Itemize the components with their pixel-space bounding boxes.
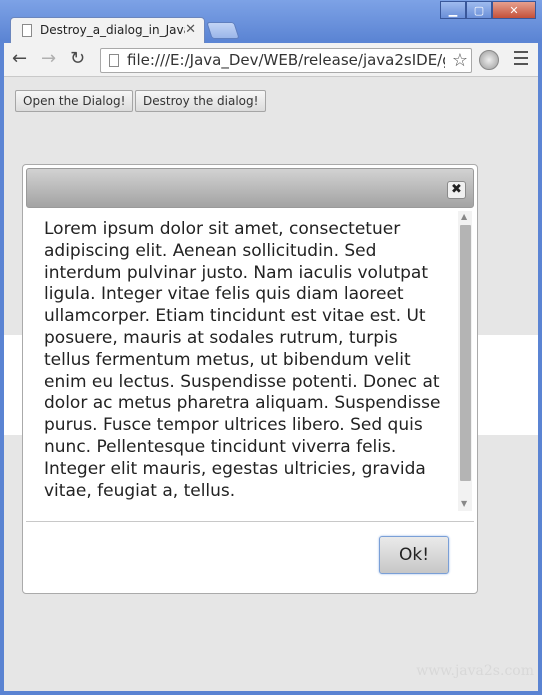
tab-title: Destroy_a_dialog_in_JavaS [40, 23, 185, 37]
watermark: www.java2s.com [416, 663, 534, 679]
minimize-button[interactable]: ▁ [440, 1, 466, 19]
file-icon [109, 54, 119, 67]
tab-close-icon[interactable]: ✕ [185, 22, 196, 37]
destroy-dialog-button[interactable]: Destroy the dialog! [135, 90, 267, 112]
page-content: Open the Dialog! Destroy the dialog! www… [4, 77, 538, 691]
new-tab-button[interactable] [206, 22, 240, 39]
dialog-scrollbar[interactable]: ▲ ▼ [458, 211, 472, 511]
url-text[interactable]: file:///E:/Java_Dev/WEB/release/java2sID… [127, 51, 445, 69]
scroll-thumb[interactable] [460, 225, 471, 481]
ok-button[interactable]: Ok! [379, 536, 449, 574]
browser-window: ▁ ▢ ✕ Destroy_a_dialog_in_JavaS ✕ ← → ↻ … [0, 0, 542, 695]
bookmark-star-icon[interactable]: ☆ [452, 50, 468, 71]
dialog: ✖ Lorem ipsum dolor sit amet, consectetu… [22, 164, 478, 594]
dialog-divider [26, 521, 474, 522]
dialog-text: Lorem ipsum dolor sit amet, consectetuer… [44, 219, 441, 501]
dialog-titlebar[interactable]: ✖ [26, 168, 474, 208]
scroll-up-icon[interactable]: ▲ [461, 212, 467, 221]
menu-icon[interactable] [514, 51, 528, 69]
maximize-button[interactable]: ▢ [466, 1, 492, 19]
forward-icon[interactable]: → [41, 49, 56, 69]
reload-icon[interactable]: ↻ [70, 49, 85, 69]
page-icon [22, 24, 32, 37]
scroll-down-icon[interactable]: ▼ [461, 499, 467, 508]
browser-toolbar: ← → ↻ file:///E:/Java_Dev/WEB/release/ja… [4, 43, 538, 77]
address-bar[interactable]: file:///E:/Java_Dev/WEB/release/java2sID… [100, 48, 472, 73]
window-close-button[interactable]: ✕ [492, 1, 536, 19]
open-dialog-button[interactable]: Open the Dialog! [15, 90, 134, 112]
browser-tab[interactable]: Destroy_a_dialog_in_JavaS ✕ [10, 17, 205, 43]
dialog-close-icon[interactable]: ✖ [447, 181, 466, 199]
window-controls: ▁ ▢ ✕ [440, 1, 536, 19]
extension-icon[interactable] [479, 50, 499, 70]
back-icon[interactable]: ← [12, 49, 27, 69]
